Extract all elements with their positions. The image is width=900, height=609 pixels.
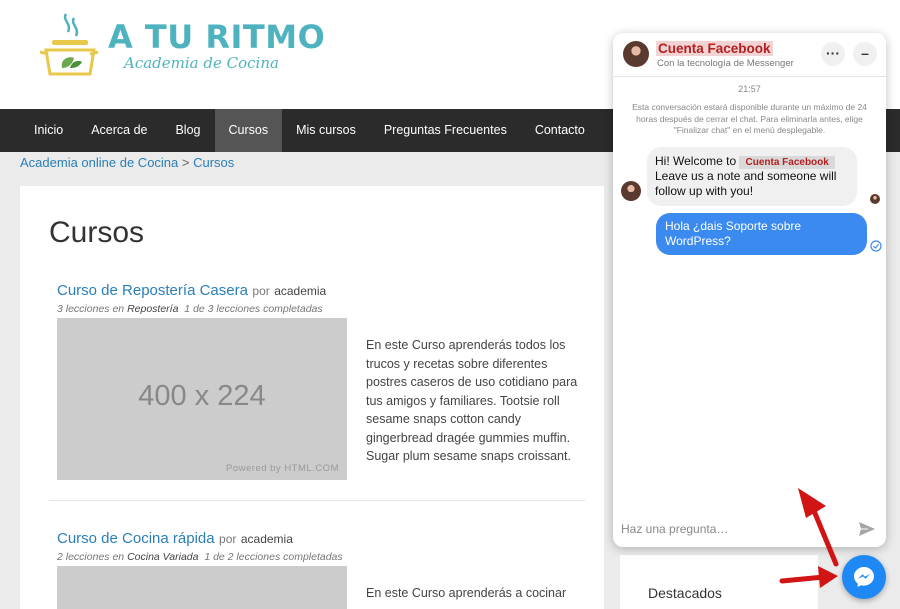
breadcrumb-separator: > [178, 155, 194, 170]
course-author-link[interactable]: academia [274, 284, 326, 298]
sent-check-icon [870, 240, 882, 252]
course-by-label: por [252, 284, 270, 298]
course-category-link[interactable]: Cocina Variada [127, 551, 198, 563]
thumbnail-size-text: 400 x 224 [138, 380, 266, 412]
course-divider [49, 500, 585, 501]
incoming-message-text: Leave us a note and someone will follow … [655, 169, 837, 198]
course-description: En este Curso aprenderás todos los truco… [366, 338, 578, 463]
course-thumbnail[interactable] [57, 566, 347, 609]
content-card: Cursos Curso de Repostería Casera por ac… [20, 186, 604, 609]
thumbnail-powered-text: Powered by HTML.COM [226, 463, 339, 474]
course-description: En este Curso aprenderás a cocinar [366, 586, 567, 600]
cooking-pot-logo-icon[interactable] [38, 10, 100, 78]
nav-item-preguntas-frecuentes[interactable]: Preguntas Frecuentes [370, 109, 521, 152]
course-category-link[interactable]: Repostería [127, 303, 178, 315]
annotation-arrowhead-right [818, 566, 838, 588]
nav-item-inicio[interactable]: Inicio [20, 109, 77, 152]
course-thumbnail[interactable]: 400 x 224 Powered by HTML.COM [57, 318, 347, 480]
course-author-link[interactable]: academia [241, 532, 293, 546]
site-subtitle: Academia de Cocina [124, 54, 279, 72]
chat-notice: Esta conversación estará disponible dura… [632, 102, 867, 135]
seen-avatar [870, 194, 880, 204]
site-title[interactable]: A TU RITMO [108, 18, 325, 56]
course-title-link[interactable]: Curso de Repostería Casera [57, 282, 248, 299]
course-progress: 1 de 3 lecciones completadas [184, 303, 323, 315]
nav-item-cursos[interactable]: Cursos [214, 109, 283, 152]
incoming-message-brand: Cuenta Facebook [739, 156, 835, 169]
course-meta: 3 lecciones en Repostería 1 de 3 leccion… [57, 303, 587, 315]
messenger-chat-window: Cuenta Facebook Con la tecnología de Mes… [613, 33, 886, 547]
chat-composer [613, 511, 886, 547]
incoming-message-prefix: Hi! Welcome to [655, 154, 737, 168]
nav-item-contacto[interactable]: Contacto [521, 109, 599, 152]
course-by-label: por [219, 532, 237, 546]
course-item: Curso de Cocina rápida por academia 2 le… [57, 530, 587, 609]
minimize-chat-button[interactable]: – [853, 42, 877, 66]
featured-widget: Destacados [620, 555, 818, 609]
incoming-message: Hi! Welcome to Cuenta Facebook Leave us … [647, 147, 857, 206]
course-lessons: 3 lecciones en [57, 303, 125, 315]
nav-item-mis-cursos[interactable]: Mis cursos [282, 109, 370, 152]
nav-item-acerca-de[interactable]: Acerca de [77, 109, 161, 152]
chat-message-input[interactable] [621, 519, 846, 539]
chat-header: Cuenta Facebook Con la tecnología de Mes… [613, 33, 886, 77]
chat-powered-text: Con la tecnología de Messenger [657, 58, 794, 69]
breadcrumb-home-link[interactable]: Academia online de Cocina [20, 155, 178, 170]
messenger-launcher-button[interactable] [842, 555, 886, 599]
chat-avatar [623, 41, 649, 67]
page-title: Cursos [49, 216, 145, 249]
breadcrumb: Academia online de Cocina > Cursos [20, 155, 234, 170]
outgoing-message: Hola ¿dais Soporte sobre WordPress? [656, 213, 867, 255]
course-meta: 2 lecciones en Cocina Variada 1 de 2 lec… [57, 551, 587, 563]
course-lessons: 2 lecciones en [57, 551, 125, 563]
nav-item-blog[interactable]: Blog [161, 109, 214, 152]
message-sender-avatar [621, 181, 641, 201]
chat-timestamp: 21:57 [738, 84, 761, 94]
course-progress: 1 de 2 lecciones completadas [204, 551, 343, 563]
more-options-button[interactable]: ··· [821, 42, 845, 66]
messenger-icon [854, 567, 874, 587]
send-icon[interactable] [858, 520, 876, 538]
course-item: Curso de Repostería Casera por academia … [57, 282, 587, 492]
chat-page-name[interactable]: Cuenta Facebook [656, 41, 773, 56]
course-title-link[interactable]: Curso de Cocina rápida [57, 530, 215, 547]
featured-title: Destacados [648, 585, 722, 601]
breadcrumb-current-link[interactable]: Cursos [193, 155, 234, 170]
